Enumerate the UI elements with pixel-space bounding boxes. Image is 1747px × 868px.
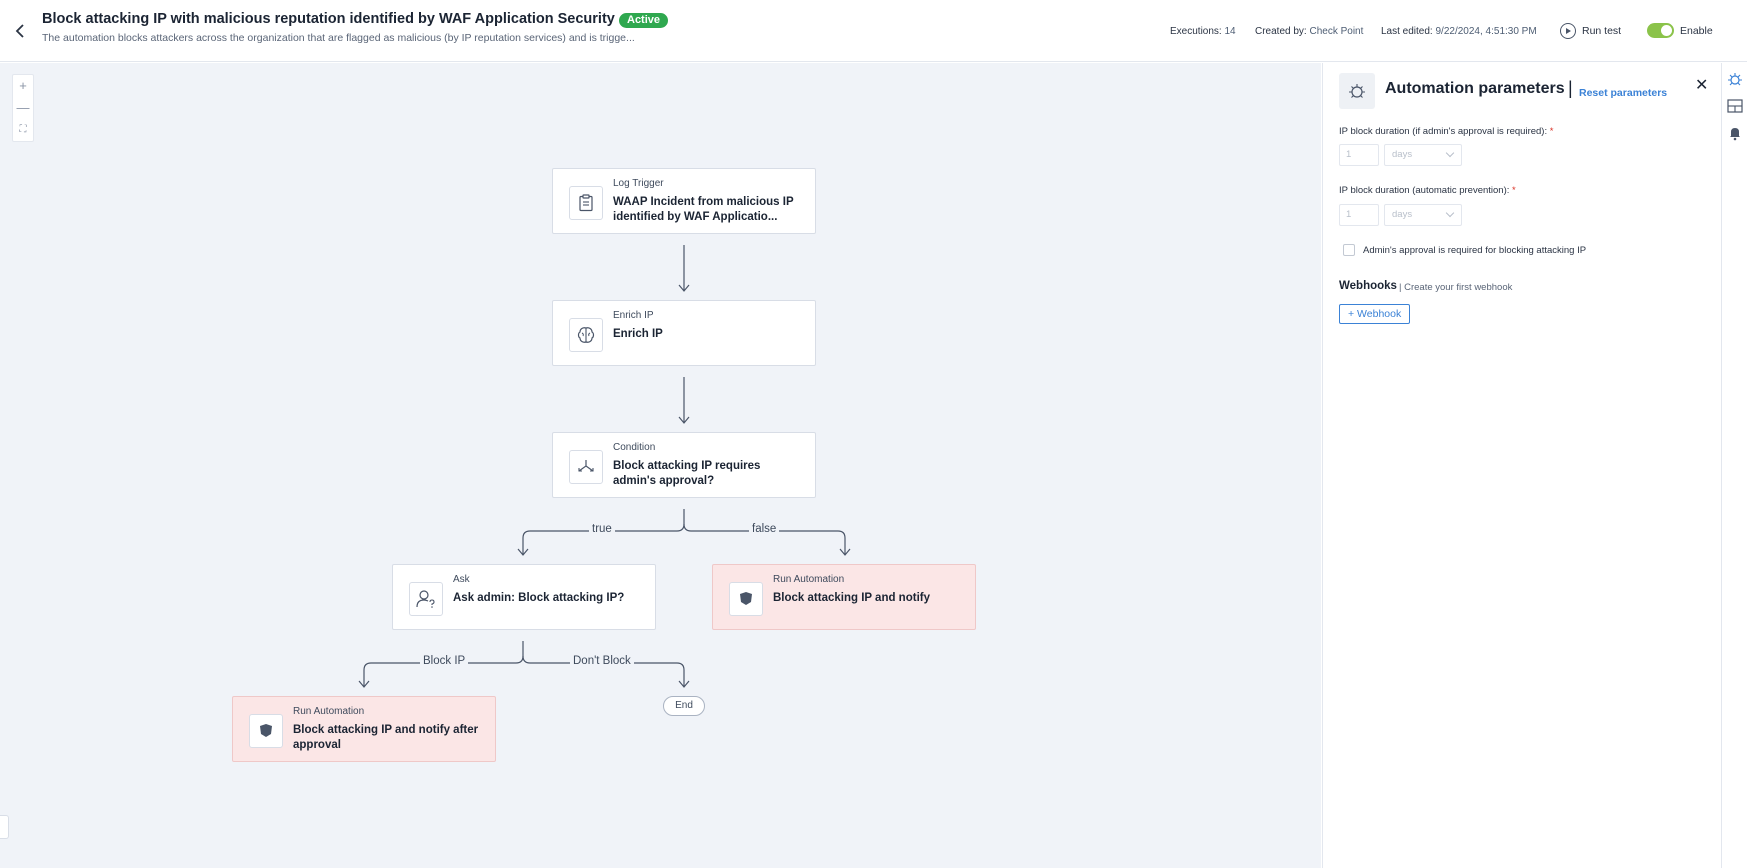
unit-value: days — [1392, 149, 1413, 160]
executions-info: Executions: 14 — [1170, 26, 1236, 37]
admin-duration-unit-select[interactable]: days — [1384, 144, 1462, 166]
node-label: Block attacking IP requires admin's appr… — [613, 460, 761, 487]
node-run-automation-auto[interactable]: Run Automation Block attacking IP and no… — [712, 564, 976, 630]
run-test-label: Run test — [1582, 25, 1622, 37]
bug-icon — [1339, 73, 1375, 109]
node-log-trigger[interactable]: Log Trigger WAAP Incident from malicious… — [552, 168, 816, 234]
toggle-switch[interactable] — [1647, 23, 1674, 38]
last-edited-label: Last edited: — [1381, 26, 1433, 37]
play-icon — [1560, 23, 1576, 39]
node-type: Enrich IP — [613, 310, 654, 321]
node-type: Run Automation — [773, 574, 845, 585]
required-mark: * — [1512, 185, 1516, 196]
user-question-icon — [409, 582, 443, 616]
rail-bug-icon[interactable] — [1725, 69, 1745, 89]
run-test-button[interactable]: Run test — [1560, 23, 1621, 39]
right-rail — [1721, 63, 1747, 868]
chevron-down-icon — [1445, 148, 1455, 158]
field-label-admin-duration: IP block duration (if admin's approval i… — [1339, 126, 1553, 137]
edge-label-false: false — [749, 523, 780, 535]
edge-label-dont-block: Don't Block — [570, 655, 634, 667]
enable-label: Enable — [1680, 24, 1713, 37]
node-label: Block attacking IP and notify — [773, 592, 930, 604]
admin-approval-label: Admin's approval is required for blockin… — [1363, 245, 1587, 256]
node-type: Log Trigger — [613, 178, 664, 189]
workflow-canvas[interactable]: + — ⛶ true false Block IP Don't Block Lo… — [0, 63, 1321, 868]
chevron-down-icon — [1445, 208, 1455, 218]
executions-value: 14 — [1224, 26, 1236, 37]
admin-duration-input[interactable]: 1 — [1339, 144, 1379, 166]
node-label: Ask admin: Block attacking IP? — [453, 592, 625, 604]
node-label: Block attacking IP and notify after appr… — [293, 724, 479, 751]
node-type: Ask — [453, 574, 470, 585]
last-edited-info: Last edited: 9/22/2024, 4:51:30 PM — [1381, 26, 1537, 37]
field-label-text: IP block duration (automatic prevention)… — [1339, 185, 1510, 196]
panel-title: Automation parameters — [1385, 80, 1565, 97]
end-node[interactable]: End — [663, 696, 705, 716]
reset-parameters-link[interactable]: Reset parameters — [1579, 87, 1667, 99]
node-enrich-ip[interactable]: Enrich IP Enrich IP — [552, 300, 816, 366]
automation-parameters-panel: Automation parameters | Reset parameters… — [1322, 63, 1721, 868]
enable-toggle[interactable]: Enable — [1647, 23, 1713, 38]
node-ask-admin[interactable]: Ask Ask admin: Block attacking IP? — [392, 564, 656, 630]
status-badge: Active — [619, 13, 669, 28]
brain-icon — [569, 318, 603, 352]
node-label: Enrich IP — [613, 328, 663, 340]
node-type: Run Automation — [293, 706, 365, 717]
created-by-label: Created by: — [1255, 26, 1307, 37]
add-webhook-button[interactable]: + Webhook — [1339, 304, 1411, 324]
node-condition[interactable]: Condition Block attacking IP requires ad… — [552, 432, 816, 498]
create-webhook-link[interactable]: | Create your first webhook — [1399, 282, 1512, 293]
field-label-text: IP block duration (if admin's approval i… — [1339, 126, 1548, 137]
branch-icon — [569, 450, 603, 484]
webhooks-title: Webhooks — [1339, 280, 1397, 292]
unit-value: days — [1392, 209, 1413, 220]
node-run-automation-approval[interactable]: Run Automation Block attacking IP and no… — [232, 696, 496, 762]
last-edited-value: 9/22/2024, 4:51:30 PM — [1435, 26, 1537, 37]
field-label-auto-duration: IP block duration (automatic prevention)… — [1339, 185, 1516, 196]
edge-label-block-ip: Block IP — [420, 655, 469, 667]
required-mark: * — [1549, 126, 1554, 137]
auto-duration-input[interactable]: 1 — [1339, 204, 1379, 226]
rail-bell-icon[interactable] — [1725, 123, 1745, 143]
rail-layout-icon[interactable] — [1725, 96, 1745, 116]
shield-icon — [249, 714, 283, 748]
title-separator: | — [1568, 78, 1573, 98]
page-description: The automation blocks attackers across t… — [42, 32, 635, 44]
clipboard-icon — [569, 186, 603, 220]
admin-approval-checkbox[interactable] — [1343, 244, 1355, 256]
page-title: Block attacking IP with malicious reputa… — [42, 11, 615, 27]
top-header: Block attacking IP with malicious reputa… — [0, 0, 1747, 62]
created-by-value: Check Point — [1309, 26, 1364, 37]
auto-duration-unit-select[interactable]: days — [1384, 204, 1462, 226]
node-type: Condition — [613, 442, 656, 453]
shield-icon — [729, 582, 763, 616]
executions-label: Executions: — [1170, 26, 1222, 37]
node-label: WAAP Incident from malicious IP identifi… — [613, 196, 794, 223]
back-arrow-icon[interactable] — [10, 20, 30, 42]
edge-label-true: true — [589, 523, 615, 535]
close-panel-button[interactable]: ✕ — [1695, 75, 1708, 95]
created-by-info: Created by: Check Point — [1255, 26, 1363, 37]
